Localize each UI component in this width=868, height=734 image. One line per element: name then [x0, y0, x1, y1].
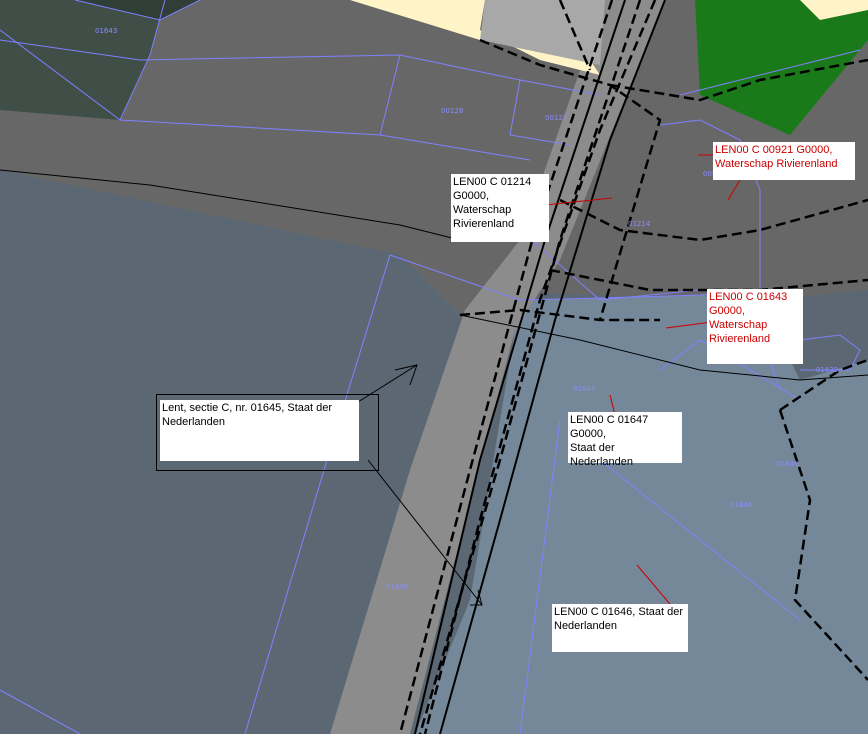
- parcel-label-01645: 01645: [386, 583, 408, 591]
- parcel-label-01214: 01214: [628, 220, 651, 228]
- parcel-label-01647: 01647: [573, 385, 595, 393]
- callout-01647[interactable]: LEN00 C 01647 G0000, Staat der Nederland…: [568, 412, 682, 468]
- parcel-label-01639: 01639: [816, 366, 838, 374]
- callout-01214[interactable]: LEN00 C 01214 G0000, Waterschap Rivieren…: [451, 174, 549, 242]
- parcel-label-01648: 01648: [776, 460, 798, 468]
- callout-00921[interactable]: LEN00 C 00921 G0000, Waterschap Rivieren…: [713, 142, 855, 180]
- callout-01646[interactable]: LEN00 C 01646, Staat der Nederlanden: [552, 604, 688, 652]
- parcel-label-00127: 00127: [545, 114, 567, 122]
- callout-01643[interactable]: LEN00 C 01643 G0000, Waterschap Rivieren…: [707, 289, 803, 364]
- parcel-label-00128: 00128: [441, 107, 463, 115]
- parcel-label-01646: 01646: [730, 501, 753, 509]
- cadastral-map[interactable]: 01643 00128 00127 01214 009 01647 01639 …: [0, 0, 868, 734]
- map-canvas[interactable]: 01643 00128 00127 01214 009 01647 01639 …: [0, 0, 868, 734]
- callout-01645-selected[interactable]: Lent, sectie C, nr. 01645, Staat der Ned…: [160, 400, 359, 461]
- parcel-label-01643: 01643: [95, 27, 117, 35]
